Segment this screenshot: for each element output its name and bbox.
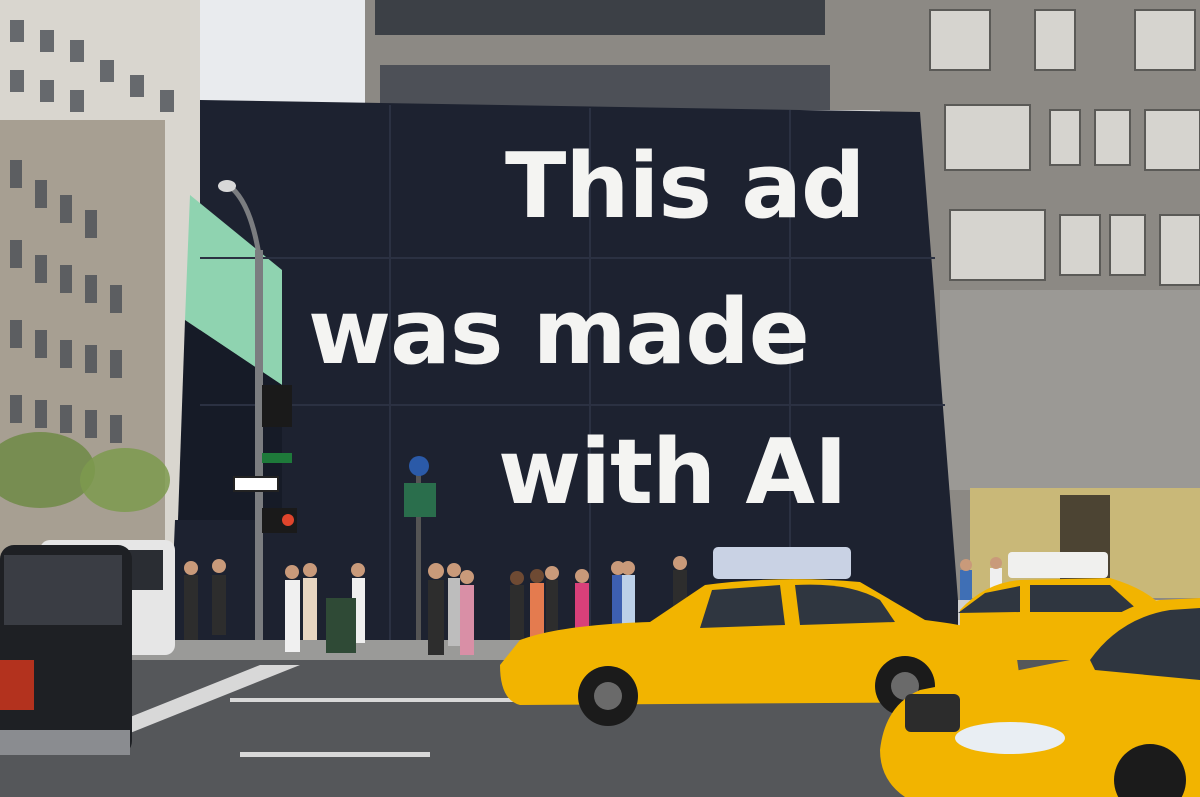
billboard-line-1: This ad — [505, 134, 865, 239]
street-sign-green — [262, 453, 292, 463]
street-scene: This ad was made with AI — [0, 0, 1200, 797]
dark-suv — [0, 545, 132, 755]
billboard-line-2: was made — [308, 280, 810, 385]
street-photo — [0, 0, 1200, 797]
left-building — [0, 0, 200, 560]
traffic-signal — [262, 385, 292, 427]
one-way-sign — [233, 476, 279, 492]
billboard-line-3: with AI — [498, 420, 848, 525]
trash-can — [326, 598, 356, 653]
